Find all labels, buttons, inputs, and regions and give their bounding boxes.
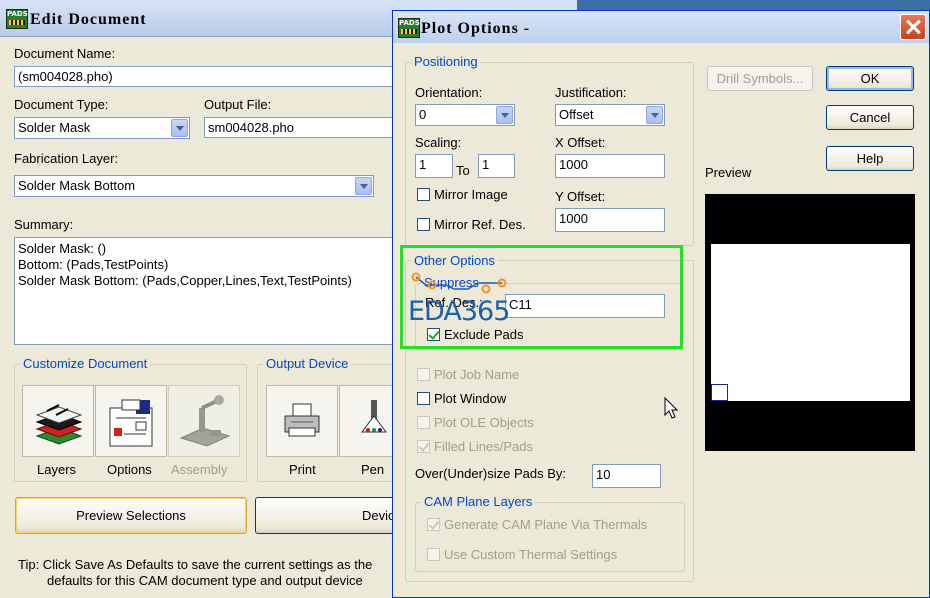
options-icon bbox=[109, 399, 153, 447]
orientation-label: Orientation: bbox=[415, 85, 483, 100]
mirror-image-checkbox[interactable] bbox=[417, 188, 430, 201]
preview-selections-label: Preview Selections bbox=[76, 508, 186, 523]
document-name-label: Document Name: bbox=[14, 46, 116, 61]
layers-button-label: Layers bbox=[37, 462, 77, 477]
options-button[interactable] bbox=[95, 385, 167, 457]
mirror-ref-des-checkbox[interactable] bbox=[417, 218, 430, 231]
preview-selections-button[interactable]: Preview Selections bbox=[15, 497, 247, 534]
plot-job-name-label: Plot Job Name bbox=[434, 367, 520, 382]
layers-icon bbox=[35, 404, 83, 445]
filled-lines-pads-checkbox[interactable] bbox=[417, 440, 430, 453]
fabrication-layer-select[interactable]: Solder Mask Bottom bbox=[14, 175, 374, 197]
x-offset-label: X Offset: bbox=[555, 135, 606, 150]
device-setup-button[interactable]: Devic bbox=[255, 497, 415, 534]
device-setup-label: Devic bbox=[362, 508, 395, 523]
ok-button[interactable]: OK bbox=[826, 66, 914, 91]
printer-icon bbox=[284, 403, 320, 437]
document-type-value: Solder Mask bbox=[18, 120, 91, 135]
scaling-label: Scaling: bbox=[415, 135, 462, 150]
preview-pane bbox=[705, 194, 915, 451]
fabrication-layer-label: Fabrication Layer: bbox=[14, 151, 119, 166]
customize-document-group-title: Customize Document bbox=[20, 356, 151, 371]
scaling-from-field[interactable]: 1 bbox=[415, 154, 453, 178]
mouse-cursor-icon bbox=[664, 397, 679, 419]
chevron-down-icon[interactable] bbox=[171, 119, 188, 137]
output-file-field[interactable]: sm004028.pho bbox=[204, 117, 394, 138]
document-type-label: Document Type: bbox=[14, 97, 109, 112]
assembly-robot-icon bbox=[179, 395, 231, 447]
preview-board bbox=[711, 244, 910, 401]
scaling-to-field[interactable]: 1 bbox=[478, 154, 515, 178]
print-button-label: Print bbox=[289, 462, 316, 477]
fabrication-layer-value: Solder Mask Bottom bbox=[18, 178, 136, 193]
watermark-text: EDA365 bbox=[408, 296, 510, 327]
close-icon[interactable] bbox=[900, 14, 926, 40]
plot-window-label: Plot Window bbox=[434, 391, 507, 406]
document-name-field[interactable]: (sm004028.pho) bbox=[14, 66, 394, 87]
positioning-group-title: Positioning bbox=[411, 54, 481, 69]
preview-label: Preview bbox=[705, 165, 752, 180]
plot-options-title-bar[interactable]: PADS Plot Options - bbox=[393, 11, 929, 43]
oversize-pads-label: Over(Under)size Pads By: bbox=[415, 466, 566, 481]
summary-box[interactable]: Solder Mask: () Bottom: (Pads,TestPoints… bbox=[14, 237, 394, 345]
plot-ole-objects-checkbox[interactable] bbox=[417, 416, 430, 429]
output-file-label: Output File: bbox=[204, 97, 272, 112]
justification-value: Offset bbox=[559, 107, 594, 122]
help-button[interactable]: Help bbox=[826, 146, 914, 171]
plot-ole-objects-label: Plot OLE Objects bbox=[434, 415, 534, 430]
x-offset-field[interactable]: 1000 bbox=[555, 154, 665, 178]
generate-cam-plane-checkbox[interactable] bbox=[427, 518, 440, 531]
cam-plane-layers-group-title: CAM Plane Layers bbox=[421, 494, 536, 509]
y-offset-field[interactable]: 1000 bbox=[555, 208, 665, 232]
eda365-watermark: EDA365 bbox=[406, 269, 526, 331]
assembly-button-label: Assembly bbox=[171, 462, 228, 477]
plot-options-title: Plot Options - bbox=[421, 20, 531, 37]
y-offset-label: Y Offset: bbox=[555, 189, 606, 204]
drill-symbols-button[interactable]: Drill Symbols... bbox=[707, 66, 813, 91]
justification-select[interactable]: Offset bbox=[555, 104, 665, 126]
pen-plotter-icon bbox=[361, 400, 387, 433]
filled-lines-pads-label: Filled Lines/Pads bbox=[434, 439, 533, 454]
plot-window-checkbox[interactable] bbox=[417, 392, 430, 405]
assembly-button[interactable] bbox=[168, 385, 240, 457]
pen-button[interactable] bbox=[339, 385, 397, 457]
summary-line: Bottom: (Pads,TestPoints) bbox=[18, 257, 169, 272]
print-button[interactable] bbox=[266, 385, 338, 457]
pads-app-icon: PADS bbox=[6, 9, 28, 29]
mirror-ref-des-label: Mirror Ref. Des. bbox=[434, 217, 526, 232]
cancel-button[interactable]: Cancel bbox=[826, 105, 914, 130]
use-custom-thermal-checkbox[interactable] bbox=[427, 548, 440, 561]
summary-line: Solder Mask Bottom: (Pads,Copper,Lines,T… bbox=[18, 273, 352, 288]
summary-line: Solder Mask: () bbox=[18, 241, 107, 256]
layers-button[interactable] bbox=[22, 385, 94, 457]
options-button-label: Options bbox=[107, 462, 152, 477]
document-type-select[interactable]: Solder Mask bbox=[14, 117, 190, 139]
pads-app-icon: PADS bbox=[398, 18, 420, 38]
chevron-down-icon[interactable] bbox=[496, 106, 513, 124]
tip-text-line-1: Tip: Click Save As Defaults to save the … bbox=[18, 557, 373, 572]
justification-label: Justification: bbox=[555, 85, 627, 100]
cancel-label: Cancel bbox=[849, 110, 891, 125]
chevron-down-icon[interactable] bbox=[355, 177, 372, 195]
tip-text-line-2: defaults for this CAM document type and … bbox=[47, 573, 363, 588]
chevron-down-icon[interactable] bbox=[646, 106, 663, 124]
pen-button-label: Pen bbox=[361, 462, 385, 477]
plot-job-name-checkbox[interactable] bbox=[417, 368, 430, 381]
ok-label: OK bbox=[860, 71, 880, 86]
use-custom-thermal-label: Use Custom Thermal Settings bbox=[444, 547, 618, 562]
edit-document-title: Edit Document bbox=[30, 11, 147, 28]
output-device-group-title: Output Device bbox=[263, 356, 352, 371]
preview-origin-marker bbox=[711, 384, 728, 401]
summary-label: Summary: bbox=[14, 217, 74, 232]
orientation-value: 0 bbox=[419, 107, 427, 122]
mirror-image-label: Mirror Image bbox=[434, 187, 508, 202]
help-label: Help bbox=[856, 151, 884, 166]
scaling-to-label: To bbox=[456, 163, 470, 178]
orientation-select[interactable]: 0 bbox=[415, 104, 515, 126]
oversize-pads-field[interactable]: 10 bbox=[592, 464, 661, 488]
generate-cam-plane-label: Generate CAM Plane Via Thermals bbox=[444, 517, 648, 532]
drill-symbols-label: Drill Symbols... bbox=[716, 71, 804, 86]
